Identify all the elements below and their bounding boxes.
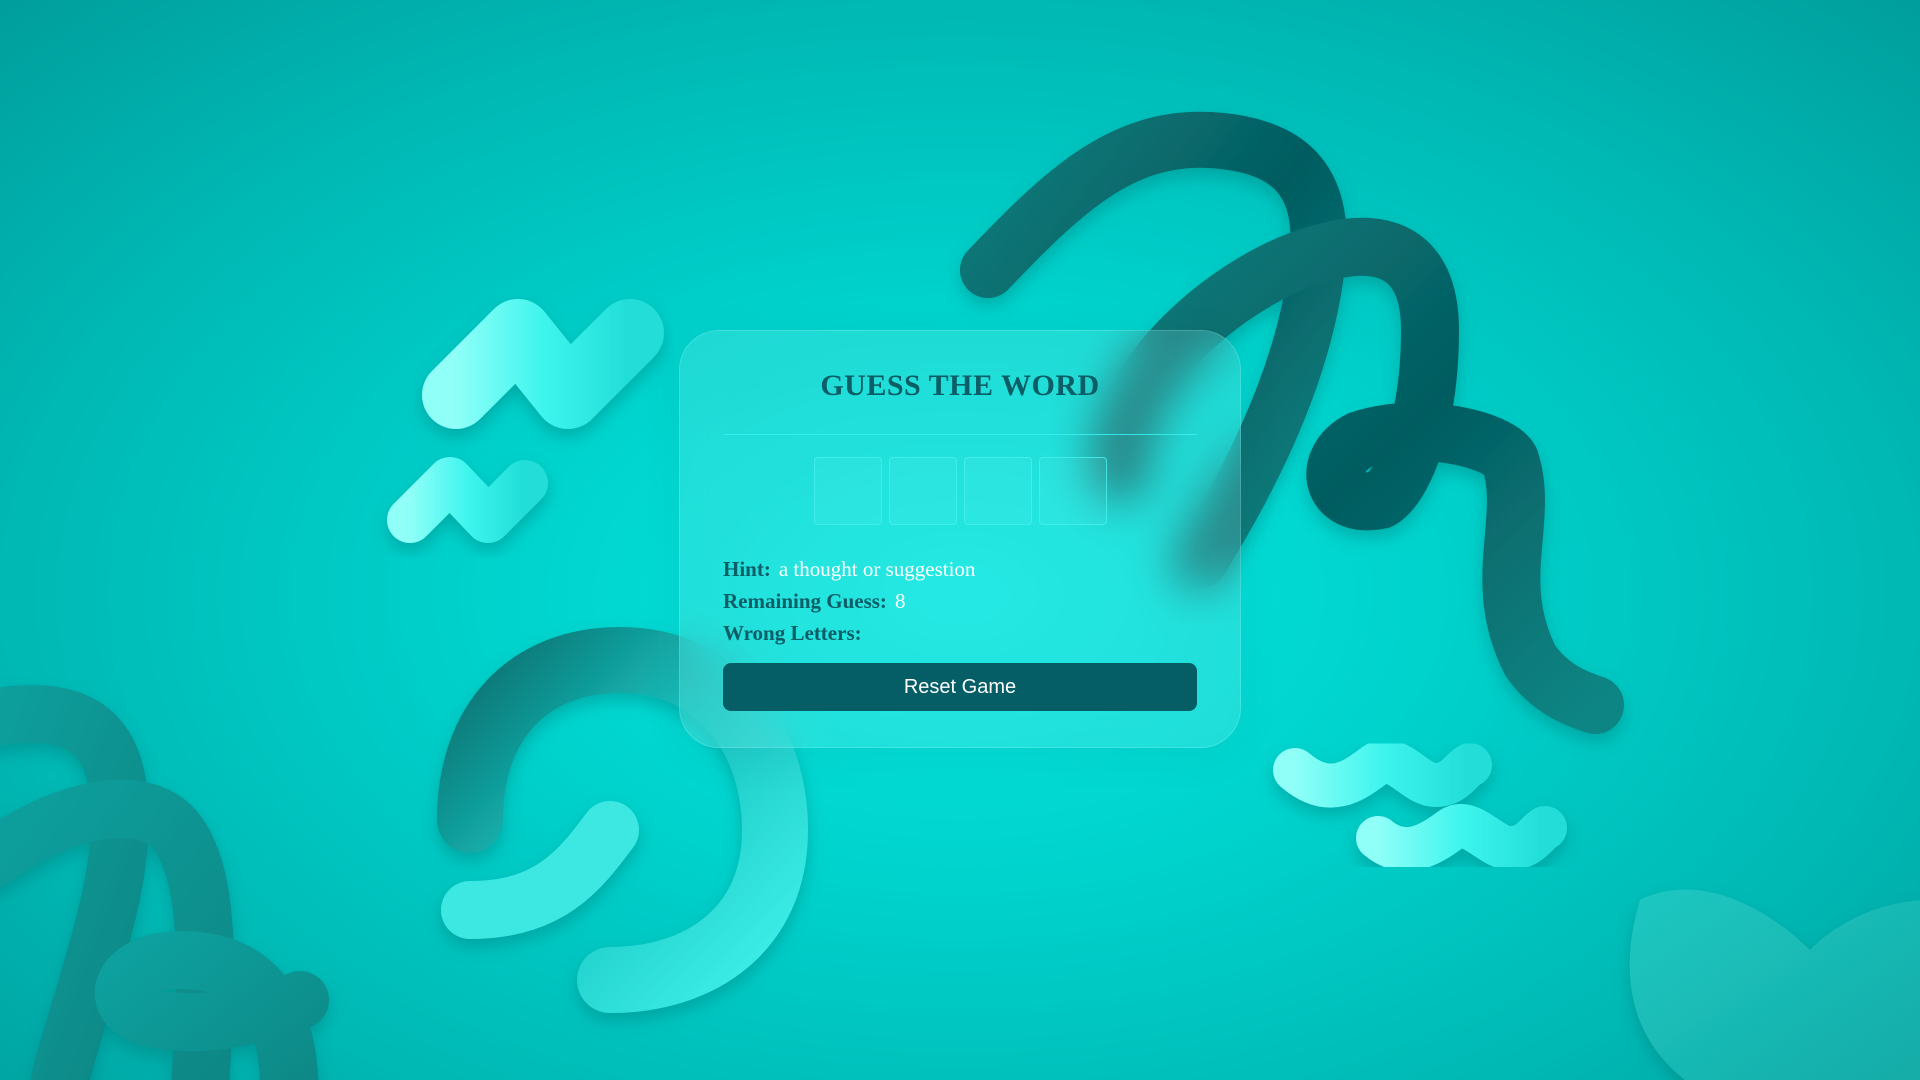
reset-game-button[interactable]: Reset Game xyxy=(723,663,1197,711)
wrong-letters-row: Wrong Letters: xyxy=(723,617,1197,649)
cyan-wave-shape xyxy=(1273,739,1567,872)
remaining-guess-row: Remaining Guess: 8 xyxy=(723,585,1197,617)
letter-slot[interactable] xyxy=(888,457,957,525)
letter-slot[interactable] xyxy=(1038,457,1107,525)
hint-value: a thought or suggestion xyxy=(778,557,976,581)
game-info: Hint: a thought or suggestion Remaining G… xyxy=(723,553,1197,649)
blob-shape xyxy=(1629,889,1920,1080)
game-card: GUESS THE WORD Hint: a thought or suggest… xyxy=(679,330,1241,748)
wrong-letters-label: Wrong Letters: xyxy=(723,621,862,645)
letter-slot[interactable] xyxy=(963,457,1032,525)
light-cyan-zigzag-shape xyxy=(387,299,664,543)
hint-row: Hint: a thought or suggestion xyxy=(723,553,1197,585)
game-title: GUESS THE WORD xyxy=(820,369,1100,402)
letter-slots xyxy=(723,457,1197,525)
letter-slot[interactable] xyxy=(813,457,882,525)
title-divider xyxy=(723,434,1197,435)
hint-label: Hint: xyxy=(723,557,771,581)
remaining-guess-label: Remaining Guess: xyxy=(723,589,887,613)
dark-teal-tube-shape xyxy=(0,685,329,1080)
remaining-guess-value: 8 xyxy=(894,589,906,613)
